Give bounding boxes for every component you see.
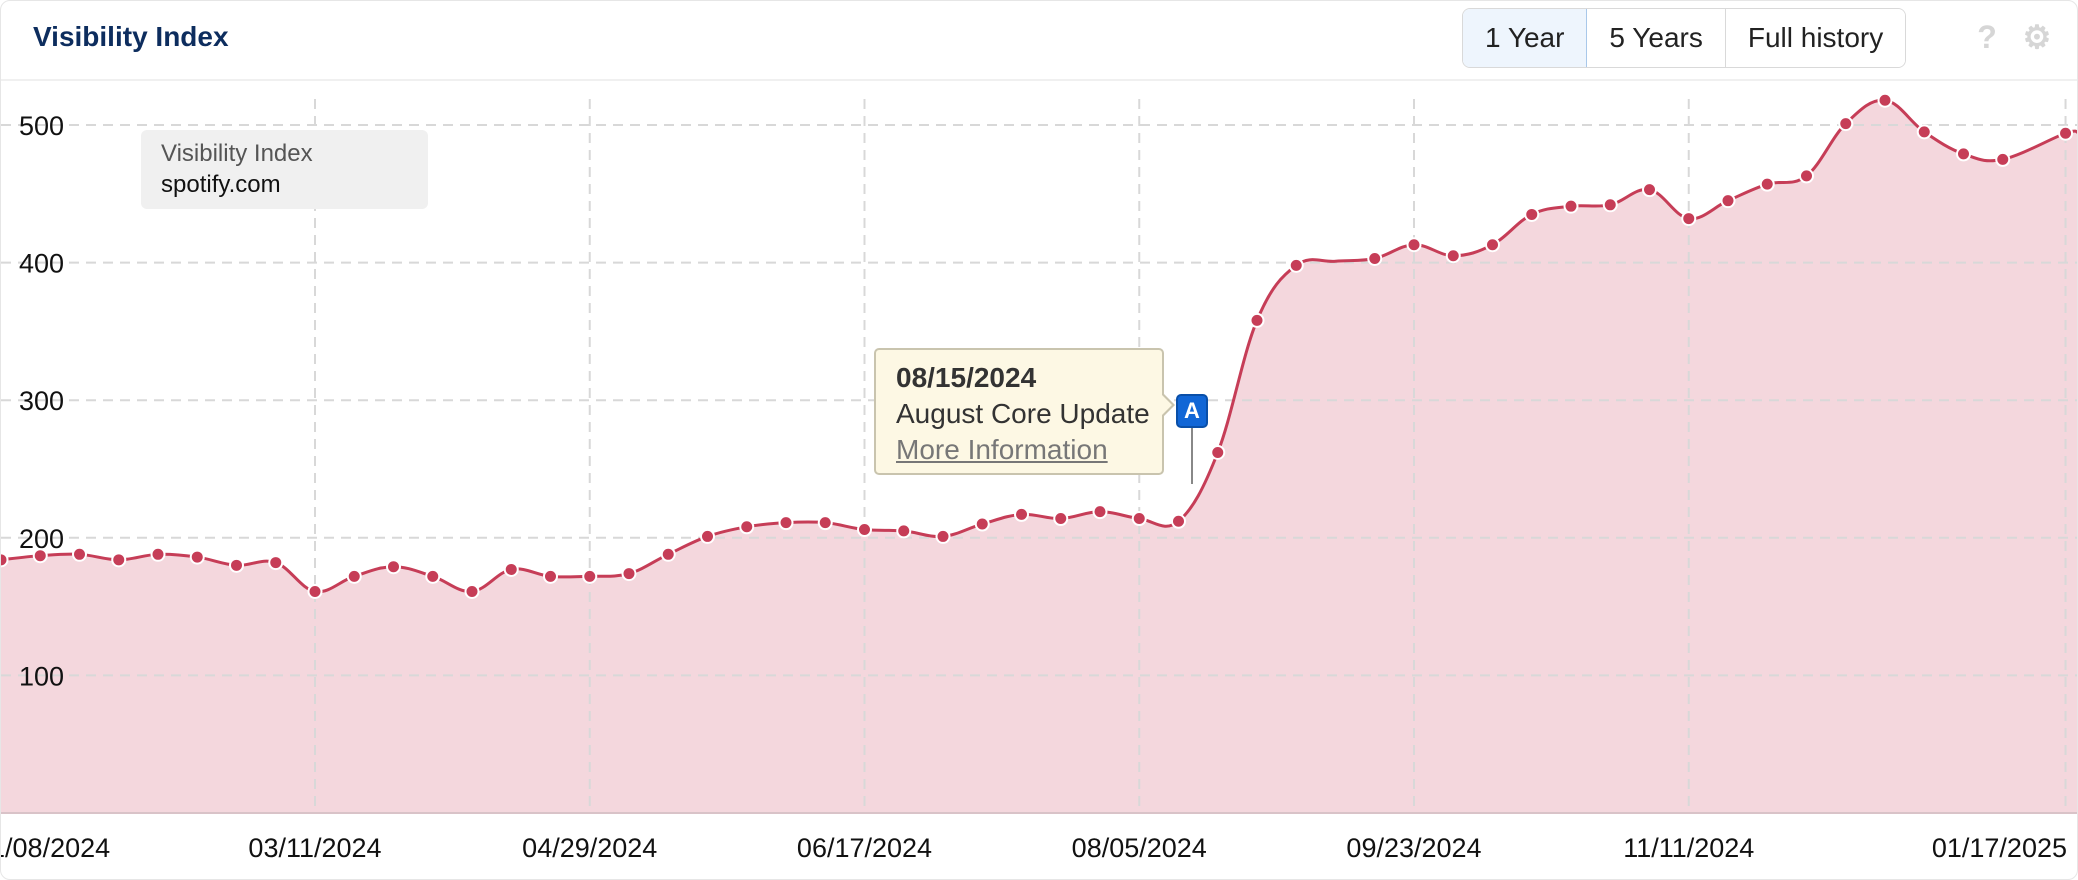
x-tick-label: 01/17/2025 [1932,833,2067,863]
series-legend: Visibility Index spotify.com [141,130,428,209]
data-point[interactable] [229,557,244,573]
data-point[interactable] [1759,176,1775,192]
event-marker-stem [1191,428,1193,484]
data-point[interactable] [2058,125,2074,141]
data-point[interactable] [660,546,676,562]
data-point[interactable] [1995,151,2011,167]
y-tick-label: 300 [19,386,64,416]
data-point[interactable] [935,528,951,544]
data-point[interactable] [543,568,558,584]
visibility-index-panel: Visibility Index 1 Year 5 Years Full his… [0,0,2078,880]
time-range-selector: 1 Year 5 Years Full history [1462,8,1907,68]
x-tick-label: 04/29/2024 [522,833,657,863]
data-point[interactable] [582,568,598,584]
data-point[interactable] [72,546,87,562]
data-point[interactable] [1092,504,1108,520]
tooltip-arrow-inner [1162,395,1172,415]
event-marker-flag[interactable]: A [1176,394,1208,428]
data-point[interactable] [1367,250,1383,266]
data-point[interactable] [896,523,912,539]
x-tick-label: 09/23/2024 [1346,833,1481,863]
data-point[interactable] [1916,124,1932,140]
data-point[interactable] [1288,257,1304,273]
data-point[interactable] [974,516,990,532]
event-date: 08/15/2024 [896,362,1037,393]
data-point[interactable] [700,528,715,544]
data-point[interactable] [464,583,480,599]
data-point[interactable] [1642,182,1657,198]
panel-title: Visibility Index [33,21,229,52]
data-point[interactable] [307,583,323,599]
data-point[interactable] [1524,206,1540,222]
data-point[interactable] [1563,198,1579,214]
data-point[interactable] [189,549,205,565]
data-point[interactable] [1131,511,1147,527]
x-tick-label: 08/05/2024 [1072,833,1207,863]
legend-title: Visibility Index [161,140,313,167]
data-point[interactable] [1838,116,1854,132]
data-point[interactable] [1799,168,1814,184]
range-5-years-button[interactable]: 5 Years [1587,9,1726,67]
data-point[interactable] [621,566,637,582]
data-point[interactable] [1249,312,1265,328]
gear-icon[interactable]: ⚙ [2019,19,2055,55]
data-point[interactable] [817,515,833,531]
range-full-history-button[interactable]: Full history [1725,9,1906,67]
y-tick-label: 100 [19,661,64,691]
data-point[interactable] [1,552,9,568]
data-point[interactable] [1445,248,1461,264]
x-tick-label: 06/17/2024 [797,833,932,863]
data-point[interactable] [1877,92,1893,108]
data-point[interactable] [1053,511,1069,527]
y-tick-label: 400 [19,249,64,279]
x-tick-label: 03/11/2024 [248,833,381,863]
data-point[interactable] [386,559,401,575]
event-tooltip: 08/15/2024 August Core Update More Infor… [874,348,1175,475]
help-icon[interactable]: ? [1969,19,2005,55]
y-tick-label: 500 [19,111,64,141]
data-point[interactable] [857,522,872,538]
data-point[interactable] [1602,197,1618,213]
data-point[interactable] [1406,237,1422,253]
data-point[interactable] [739,519,755,535]
data-point[interactable] [346,568,362,584]
more-information-link[interactable]: More Information [896,434,1108,466]
data-point[interactable] [1720,193,1736,209]
range-1-year-button[interactable]: 1 Year [1463,9,1588,67]
event-name: August Core Update [896,398,1150,429]
data-point[interactable] [150,546,166,562]
data-point[interactable] [1485,237,1500,253]
x-tick-label: 11/11/2024 [1623,833,1754,863]
data-point[interactable] [1956,146,1971,162]
data-point[interactable] [1171,513,1186,529]
data-point[interactable] [1210,444,1226,460]
panel-header: Visibility Index 1 Year 5 Years Full his… [1,1,2077,81]
x-tick-label: 01/08/2024 [1,833,110,863]
data-point[interactable] [1681,211,1697,227]
data-point[interactable] [425,568,441,584]
data-point[interactable] [1014,506,1029,522]
data-point[interactable] [32,548,48,564]
legend-domain: spotify.com [161,171,281,198]
data-point[interactable] [778,515,794,531]
data-point[interactable] [503,561,519,577]
data-point[interactable] [268,555,284,571]
data-point[interactable] [111,552,127,568]
